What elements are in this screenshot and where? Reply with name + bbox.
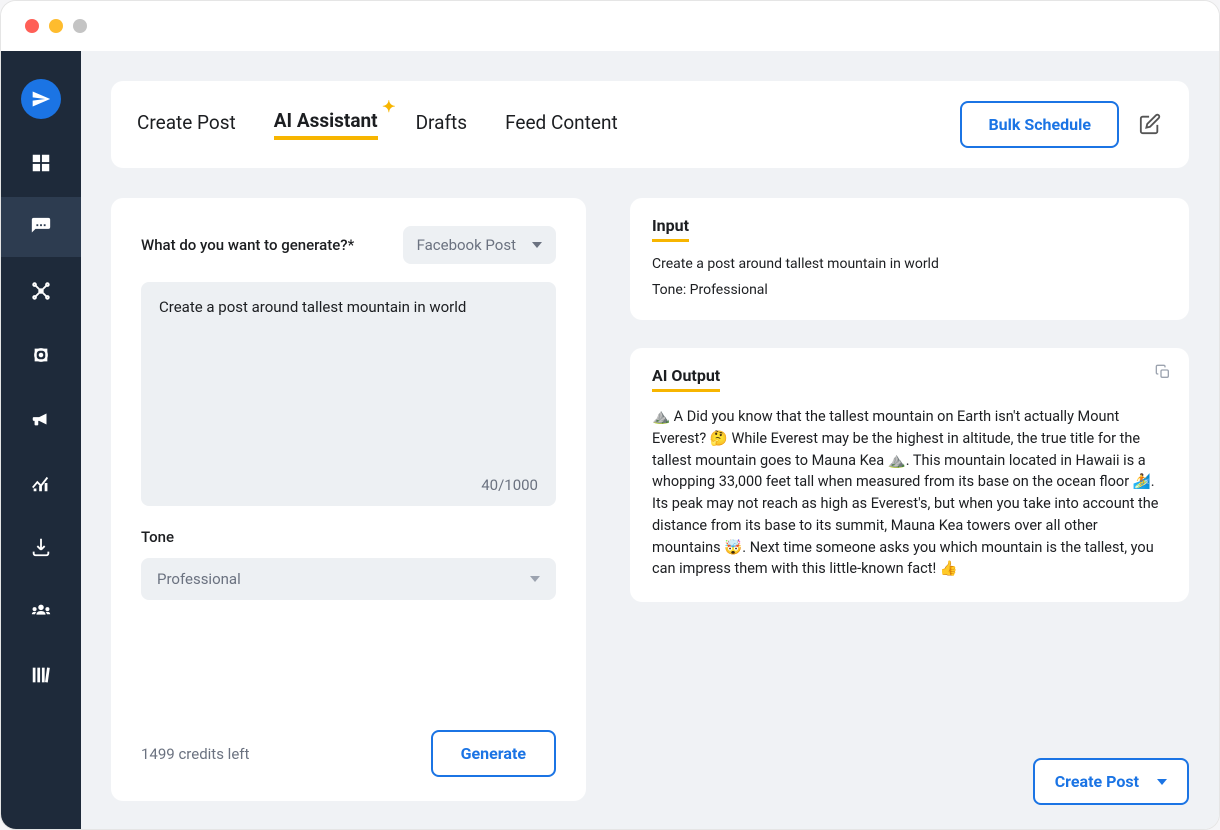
prompt-textarea[interactable] — [159, 298, 538, 468]
create-post-button[interactable]: Create Post — [1033, 758, 1189, 805]
sidebar-item-network[interactable] — [1, 261, 81, 321]
window-maximize-icon[interactable] — [73, 19, 87, 33]
tab-label: AI Assistant — [274, 109, 378, 132]
sidebar-item-announce[interactable] — [1, 389, 81, 449]
app-body: Create Post AI Assistant ✦ Drafts Feed C… — [1, 51, 1219, 829]
right-column: Input Create a post around tallest mount… — [630, 198, 1189, 801]
copy-icon[interactable] — [1155, 364, 1171, 380]
window-minimize-icon[interactable] — [49, 19, 63, 33]
network-icon — [30, 280, 52, 302]
main-content: Create Post AI Assistant ✦ Drafts Feed C… — [81, 51, 1219, 829]
sidebar-item-download[interactable] — [1, 517, 81, 577]
tab-create-post[interactable]: Create Post — [137, 111, 236, 138]
output-title: AI Output — [652, 366, 720, 392]
char-counter: 40/1000 — [159, 476, 538, 494]
chevron-down-icon — [532, 242, 542, 248]
prompt-textarea-wrap: 40/1000 — [141, 282, 556, 506]
columns: What do you want to generate?* Facebook … — [111, 198, 1189, 801]
target-icon — [31, 345, 51, 365]
generate-form: What do you want to generate?* Facebook … — [111, 198, 586, 801]
post-type-value: Facebook Post — [417, 236, 516, 254]
chevron-down-icon — [530, 576, 540, 582]
chat-icon — [30, 216, 52, 238]
tab-feed-content[interactable]: Feed Content — [505, 111, 618, 138]
credits-left: 1499 credits left — [141, 745, 249, 763]
footer-actions: Create Post — [1033, 758, 1189, 805]
create-post-label: Create Post — [1055, 772, 1139, 791]
window-close-icon[interactable] — [25, 19, 39, 33]
paper-plane-icon — [31, 89, 51, 109]
people-icon — [29, 600, 53, 622]
megaphone-icon — [30, 408, 52, 430]
input-card: Input Create a post around tallest mount… — [630, 198, 1189, 320]
generate-button[interactable]: Generate — [431, 730, 556, 777]
sidebar-item-library[interactable] — [1, 645, 81, 705]
sparkle-icon: ✦ — [382, 97, 395, 116]
analytics-icon — [30, 472, 52, 494]
chevron-down-icon — [1157, 779, 1167, 785]
bulk-schedule-button[interactable]: Bulk Schedule — [960, 101, 1119, 148]
sidebar-item-dashboard[interactable] — [1, 133, 81, 193]
output-text: ⛰️ A Did you know that the tallest mount… — [652, 406, 1167, 580]
header-card: Create Post AI Assistant ✦ Drafts Feed C… — [111, 81, 1189, 168]
input-line-prompt: Create a post around tallest mountain in… — [652, 256, 1167, 272]
library-icon — [30, 664, 52, 686]
titlebar — [1, 1, 1219, 51]
post-type-select[interactable]: Facebook Post — [403, 226, 556, 264]
tab-drafts[interactable]: Drafts — [416, 111, 468, 138]
input-line-tone: Tone: Professional — [652, 282, 1167, 298]
sidebar-item-target[interactable] — [1, 325, 81, 385]
prompt-label: What do you want to generate?* — [141, 236, 354, 254]
sidebar-item-team[interactable] — [1, 581, 81, 641]
download-icon — [30, 536, 52, 558]
grid-icon — [30, 152, 52, 174]
sidebar-item-messages[interactable] — [1, 197, 81, 257]
tone-label: Tone — [141, 528, 556, 546]
sidebar-item-send[interactable] — [1, 69, 81, 129]
tab-ai-assistant[interactable]: AI Assistant ✦ — [274, 109, 378, 140]
sidebar — [1, 51, 81, 829]
tone-select[interactable]: Professional — [141, 558, 556, 600]
tone-value: Professional — [157, 570, 241, 588]
tabs: Create Post AI Assistant ✦ Drafts Feed C… — [137, 109, 618, 140]
edit-icon[interactable] — [1139, 113, 1163, 137]
output-card: AI Output ⛰️ A Did you know that the tal… — [630, 348, 1189, 602]
input-title: Input — [652, 216, 689, 242]
sidebar-item-analytics[interactable] — [1, 453, 81, 513]
header-actions: Bulk Schedule — [960, 101, 1163, 148]
app-window: Create Post AI Assistant ✦ Drafts Feed C… — [0, 0, 1220, 830]
